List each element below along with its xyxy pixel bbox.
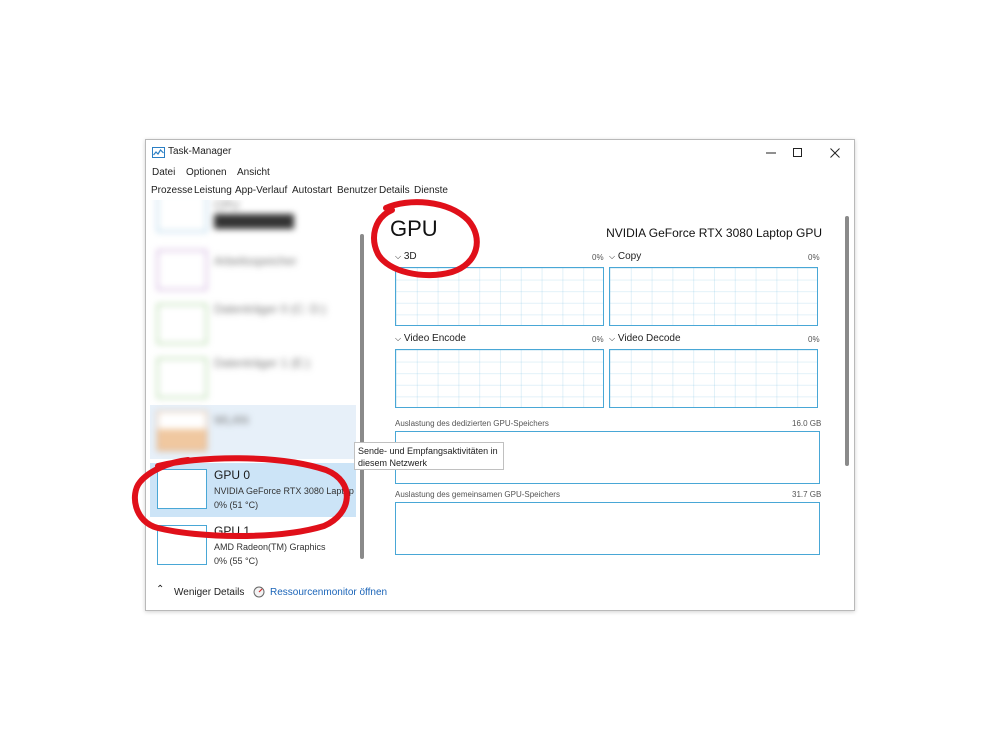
dedicated-memory-max: 16.0 GB — [792, 419, 822, 428]
tab-bar: Prozesse Leistung App-Verlauf Autostart … — [146, 183, 854, 199]
tab-autostart[interactable]: Autostart — [292, 185, 332, 196]
sidebar-item-disk-0[interactable]: Datenträger 0 (C: D:) — [150, 300, 356, 354]
tab-benutzer[interactable]: Benutzer — [337, 185, 377, 196]
engine-label: Video Encode — [403, 333, 466, 344]
engine-video-decode-graph — [609, 349, 818, 408]
engine-video-encode-graph — [395, 349, 604, 408]
title-bar: Task-Manager — [146, 140, 854, 166]
sidebar-item-subtitle: AMD Radeon(TM) Graphics — [214, 542, 326, 552]
sidebar-item-label: CPU — [214, 200, 240, 212]
disk-1-thumbnail — [157, 358, 207, 398]
sidebar-item-value: 0% (55 °C) — [214, 556, 259, 566]
chevron-down-icon: ⌵ — [609, 252, 616, 261]
close-icon — [830, 148, 840, 158]
sidebar-item-label: Arbeitsspeicher — [214, 254, 297, 268]
gpu-model-name: NVIDIA GeForce RTX 3080 Laptop GPU — [606, 226, 822, 240]
cpu-thumbnail — [157, 200, 207, 232]
tab-app-verlauf[interactable]: App-Verlauf — [235, 185, 287, 196]
tab-leistung[interactable]: Leistung — [194, 185, 232, 196]
task-manager-app-icon — [152, 147, 165, 158]
engine-3d-selector[interactable]: ⌵ 3D — [395, 251, 417, 262]
page-title: GPU — [390, 216, 438, 241]
engine-percent: 0% — [808, 253, 820, 262]
fewer-details-button[interactable]: Weniger Details — [174, 587, 244, 598]
task-manager-window: Task-Manager Datei Optionen Ansicht Proz… — [145, 139, 855, 611]
tab-prozesse[interactable]: Prozesse — [151, 185, 193, 196]
sidebar-item-cpu[interactable]: CPU — [150, 200, 356, 246]
sidebar-item-gpu-1[interactable]: GPU 1 AMD Radeon(TM) Graphics 0% (55 °C) — [150, 519, 356, 568]
menu-ansicht[interactable]: Ansicht — [237, 167, 270, 178]
wlan-thumbnail — [157, 411, 207, 451]
sidebar-item-disk-1[interactable]: Datenträger 1 (E:) — [150, 354, 356, 408]
menu-datei[interactable]: Datei — [152, 167, 175, 178]
disk-0-thumbnail — [157, 304, 207, 344]
shared-memory-graph — [395, 502, 820, 555]
tab-dienste[interactable]: Dienste — [414, 185, 448, 196]
engine-percent: 0% — [808, 335, 820, 344]
close-button[interactable] — [818, 143, 852, 163]
minimize-icon — [766, 152, 776, 154]
memory-thumbnail — [157, 250, 207, 290]
sidebar-item-gpu-0[interactable]: GPU 0 NVIDIA GeForce RTX 3080 Laptop 0% … — [150, 463, 356, 517]
details-scrollbar[interactable] — [845, 216, 849, 466]
sidebar-item-label: Datenträger 0 (C: D:) — [214, 302, 327, 316]
menu-bar: Datei Optionen Ansicht — [146, 165, 854, 183]
sidebar-item-label: WLAN — [214, 413, 249, 427]
sidebar-item-subtitle: NVIDIA GeForce RTX 3080 Laptop — [214, 486, 354, 496]
performance-sidebar: CPU Arbeitsspeicher Datenträger 0 (C: D:… — [150, 200, 356, 568]
shared-memory-label: Auslastung des gemeinsamen GPU-Speichers — [395, 490, 560, 499]
sidebar-item-label: Datenträger 1 (E:) — [214, 356, 311, 370]
chevron-down-icon: ⌵ — [395, 252, 402, 261]
chevron-down-icon: ⌵ — [609, 334, 616, 343]
chevron-down-icon: ⌵ — [395, 334, 402, 343]
dedicated-memory-label: Auslastung des dedizierten GPU-Speichers — [395, 419, 549, 428]
sidebar-item-label: GPU 1 — [214, 524, 251, 538]
tab-details[interactable]: Details — [379, 185, 410, 196]
engine-label: Video Decode — [617, 333, 681, 344]
gpu-0-thumbnail — [157, 469, 207, 509]
engine-copy-selector[interactable]: ⌵ Copy — [609, 251, 641, 262]
footer-bar: ⌃ Weniger Details Ressourcenmonitor öffn… — [146, 580, 854, 610]
redacted-block — [214, 214, 294, 229]
wlan-tooltip: Sende- und Empfangsaktivitäten in diesem… — [354, 442, 504, 470]
engine-percent: 0% — [592, 335, 604, 344]
chevron-up-icon[interactable]: ⌃ — [156, 584, 164, 595]
window-title: Task-Manager — [168, 146, 232, 157]
engine-label: Copy — [617, 251, 642, 262]
sidebar-item-wlan[interactable]: WLAN — [150, 405, 356, 459]
maximize-button[interactable] — [781, 143, 815, 163]
sidebar-item-memory[interactable]: Arbeitsspeicher — [150, 246, 356, 300]
gpu-1-thumbnail — [157, 525, 207, 565]
engine-percent: 0% — [592, 253, 604, 262]
sidebar-item-label: GPU 0 — [214, 468, 251, 482]
engine-video-encode-selector[interactable]: ⌵ Video Encode — [395, 333, 466, 344]
resource-monitor-icon — [253, 586, 265, 598]
engine-3d-graph — [395, 267, 604, 326]
gpu-details-pane: GPU NVIDIA GeForce RTX 3080 Laptop GPU ⌵… — [368, 200, 838, 572]
engine-label: 3D — [403, 251, 417, 262]
sidebar-scrollbar[interactable] — [360, 234, 364, 559]
maximize-icon — [793, 148, 802, 157]
engine-video-decode-selector[interactable]: ⌵ Video Decode — [609, 333, 681, 344]
menu-optionen[interactable]: Optionen — [186, 167, 227, 178]
sidebar-item-value: 0% (51 °C) — [214, 500, 259, 510]
resource-monitor-link[interactable]: Ressourcenmonitor öffnen — [270, 587, 387, 598]
engine-copy-graph — [609, 267, 818, 326]
shared-memory-max: 31.7 GB — [792, 490, 822, 499]
